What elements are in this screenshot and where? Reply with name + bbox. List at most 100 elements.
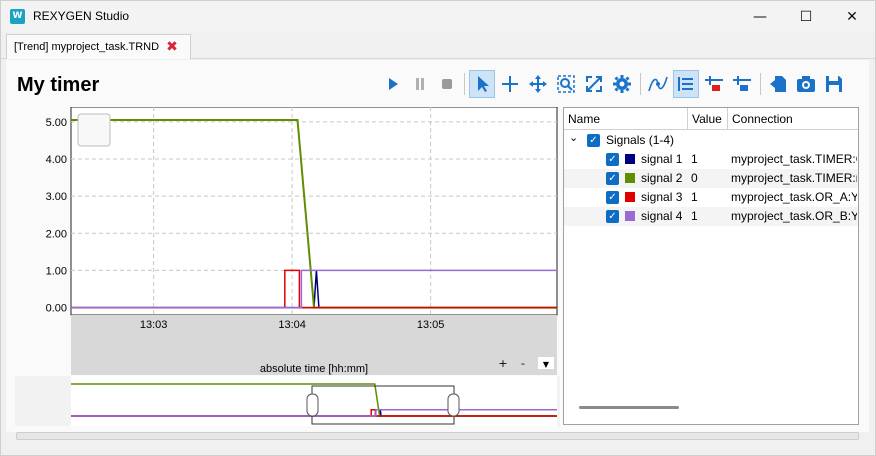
pause-button[interactable]: [407, 70, 433, 98]
check-icon: ✓: [589, 135, 598, 146]
overview-navigator[interactable]: [15, 376, 560, 426]
signal-row[interactable]: ✓ signal 4 1 myproject_task.OR_B:Y: [564, 207, 858, 226]
signal-name: signal 3: [641, 190, 683, 204]
signal-name: signal 4: [641, 209, 683, 223]
save-button[interactable]: [821, 70, 847, 98]
horizontal-scrollbar[interactable]: [579, 406, 679, 409]
signal-value: 0: [691, 171, 698, 185]
check-icon: ✓: [608, 211, 617, 222]
signal-list-button[interactable]: [673, 70, 699, 98]
export-button[interactable]: [765, 70, 791, 98]
signal-connection: myproject_task.OR_A:Y: [731, 190, 857, 204]
column-name-header[interactable]: Name: [564, 108, 688, 130]
zoom-region-button[interactable]: [553, 70, 579, 98]
rexygen-logo-icon: W: [10, 9, 25, 24]
signal-group-row[interactable]: ⌄ ✓ Signals (1-4): [564, 131, 858, 150]
settings-button[interactable]: [609, 70, 635, 98]
plot-svg[interactable]: 5.00 4.00 3.00 2.00 1.00 0.00 13:03 13:04 13:05…: [15, 106, 560, 377]
trend-plot[interactable]: 5.00 4.00 3.00 2.00 1.00 0.00 13:03 13:04 13:05…: [15, 106, 560, 377]
play-button[interactable]: [380, 70, 406, 98]
maximize-button[interactable]: ☐: [783, 1, 829, 32]
y-tick-label: 0.00: [46, 303, 67, 315]
y-tick-label: 1.00: [46, 265, 67, 277]
signal-connection: myproject_task.TIMER:Q: [731, 152, 857, 166]
pan-icon: [529, 75, 547, 93]
trend-panel: My timer 5.00 4.00 3.00 2.00 1.00 0.00 1…: [6, 60, 869, 432]
signal-row[interactable]: ✓ signal 1 1 myproject_task.TIMER:Q: [564, 150, 858, 169]
x-tick-label: 13:04: [278, 319, 306, 331]
add-signal-button[interactable]: [729, 70, 755, 98]
y-tick-label: 3.00: [46, 191, 67, 203]
zoom-out-button[interactable]: -: [521, 357, 525, 370]
remove-signal-button[interactable]: [701, 70, 727, 98]
signal-row[interactable]: ✓ signal 3 1 myproject_task.OR_A:Y: [564, 188, 858, 207]
bottom-scrollbar[interactable]: [16, 432, 859, 440]
color-swatch: [625, 211, 635, 221]
play-icon: [389, 78, 398, 90]
close-icon: ✕: [846, 8, 858, 25]
color-swatch: [625, 173, 635, 183]
y-tick-label: 5.00: [46, 117, 67, 129]
signal-connection: myproject_task.TIMER:rt: [731, 171, 857, 185]
column-connection-header[interactable]: Connection: [728, 108, 858, 130]
y-tick-label: 4.00: [46, 154, 67, 166]
chevron-down-icon: ▼: [543, 360, 550, 369]
checkbox[interactable]: ✓: [587, 134, 600, 147]
minimize-button[interactable]: —: [737, 1, 783, 32]
crosshair-tool-button[interactable]: [497, 70, 523, 98]
column-value-header[interactable]: Value: [688, 108, 728, 130]
curve-tool-button[interactable]: [645, 70, 671, 98]
x-tick-label: 13:03: [140, 319, 168, 331]
title-bar: W REXYGEN Studio — ☐ ✕: [1, 1, 875, 32]
zoom-in-button[interactable]: +: [498, 357, 507, 370]
y-tick-label: 2.00: [46, 228, 67, 240]
x-tick-label: 13:05: [417, 319, 445, 331]
signal-row[interactable]: ✓ signal 2 0 myproject_task.TIMER:rt: [564, 169, 858, 188]
checkbox[interactable]: ✓: [606, 191, 619, 204]
tab-trend[interactable]: [Trend] myproject_task.TRND ✖: [6, 34, 191, 59]
toolbar-separator: [760, 73, 761, 95]
signal-value: 1: [691, 152, 698, 166]
signal-value: 1: [691, 209, 698, 223]
signal-connection: myproject_task.OR_B:Y: [731, 209, 857, 223]
toolbar-separator: [464, 73, 465, 95]
screenshot-button[interactable]: [793, 70, 819, 98]
signal-name: signal 1: [641, 152, 683, 166]
remove-signal-icon: [705, 76, 723, 91]
gear-icon: [613, 75, 631, 93]
page-title: My timer: [17, 74, 100, 96]
app-window: W REXYGEN Studio — ☐ ✕ [Trend] myproject…: [0, 0, 876, 456]
stop-icon: [442, 79, 452, 89]
cursor-arrow-icon: [478, 76, 489, 92]
tree-header: Name Value Connection: [564, 108, 858, 130]
checkbox[interactable]: ✓: [606, 153, 619, 166]
signal-name: signal 2: [641, 171, 683, 185]
pan-tool-button[interactable]: [525, 70, 551, 98]
minimize-icon: —: [753, 8, 767, 25]
list-icon: [678, 77, 693, 91]
legend-box[interactable]: [77, 113, 111, 147]
group-label: Signals (1-4): [606, 133, 675, 147]
x-axis-label: absolute time [hh:mm]: [260, 363, 368, 375]
overview-right-handle[interactable]: [447, 393, 460, 417]
expand-icon: [586, 76, 602, 92]
overview-svg[interactable]: [15, 376, 560, 426]
export-file-icon: [770, 76, 786, 92]
chevron-down-icon[interactable]: ⌄: [569, 128, 578, 147]
stop-button[interactable]: [434, 70, 460, 98]
close-tab-icon[interactable]: ✖: [166, 39, 178, 55]
checkbox[interactable]: ✓: [606, 172, 619, 185]
overview-left-handle[interactable]: [306, 393, 319, 417]
crosshair-icon: [502, 76, 518, 92]
plot-area[interactable]: [70, 106, 558, 316]
tab-bar: [Trend] myproject_task.TRND ✖: [1, 32, 875, 59]
pause-icon: [416, 78, 424, 90]
signal-tree: Name Value Connection ⌄ ✓ Signals (1-4) …: [563, 107, 859, 425]
close-window-button[interactable]: ✕: [829, 1, 875, 32]
camera-icon: [797, 76, 815, 92]
select-tool-button[interactable]: [469, 70, 495, 98]
zoom-fit-button[interactable]: [581, 70, 607, 98]
checkbox[interactable]: ✓: [606, 210, 619, 223]
check-icon: ✓: [608, 154, 617, 165]
zoom-region-icon: [557, 75, 575, 93]
